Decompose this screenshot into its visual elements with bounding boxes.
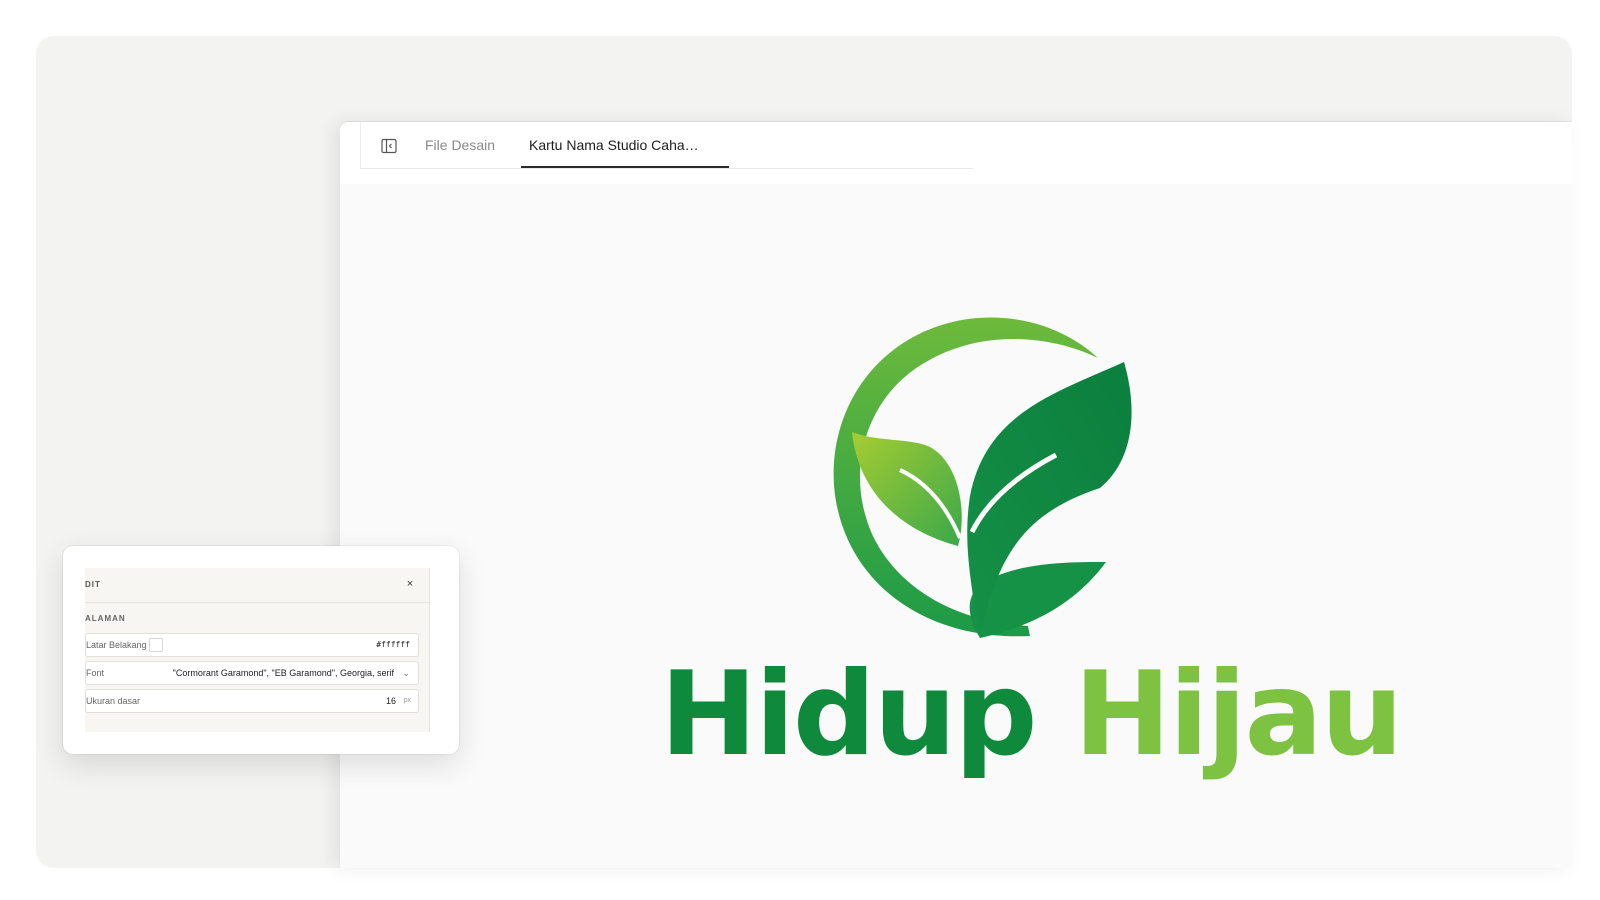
font-row: Font "Cormorant Garamond", "EB Garamond"… <box>85 661 419 685</box>
properties-popover: DIT × ALAMAN Latar Belakang #ffffff Font… <box>63 546 459 754</box>
panel-header: DIT × <box>85 568 429 603</box>
editor-window: File Desain Kartu Nama Studio Caha… Hidu… <box>340 122 1572 868</box>
sidebar-toggle-icon[interactable] <box>381 138 397 154</box>
background-label: Latar Belakang <box>86 640 147 650</box>
section-label-page: ALAMAN <box>85 614 126 623</box>
edit-panel: DIT × ALAMAN Latar Belakang #ffffff Font… <box>85 568 430 732</box>
tab-business-card[interactable]: Kartu Nama Studio Caha… <box>521 122 729 168</box>
panel-title: DIT <box>85 580 101 589</box>
close-icon[interactable]: × <box>403 577 417 591</box>
tab-file-desain[interactable]: File Desain <box>425 122 495 168</box>
background-row: Latar Belakang #ffffff <box>85 633 419 657</box>
design-canvas[interactable]: Hidup Hijau <box>340 184 1572 868</box>
font-label: Font <box>86 668 105 678</box>
chevron-down-icon[interactable]: ⌄ <box>402 662 410 684</box>
font-select[interactable]: "Cormorant Garamond", "EB Garamond", Geo… <box>173 662 394 684</box>
tab-strip: File Desain Kartu Nama Studio Caha… <box>360 122 973 169</box>
base-size-input[interactable]: 16 <box>386 690 396 712</box>
background-color-value[interactable]: #ffffff <box>376 634 410 656</box>
tab-bar: File Desain Kartu Nama Studio Caha… <box>340 122 1572 185</box>
base-size-unit: px <box>403 697 411 704</box>
base-size-label: Ukuran dasar <box>86 696 141 706</box>
base-size-row: Ukuran dasar 16 px <box>85 689 419 713</box>
leaf-emblem-logo <box>833 317 1132 638</box>
logo-word-hidup: Hidup <box>660 647 1037 782</box>
logo-wordmark: Hidup Hijau <box>660 647 1403 782</box>
logo-word-hijau: Hijau <box>1073 647 1403 782</box>
background-color-swatch[interactable] <box>149 638 163 652</box>
